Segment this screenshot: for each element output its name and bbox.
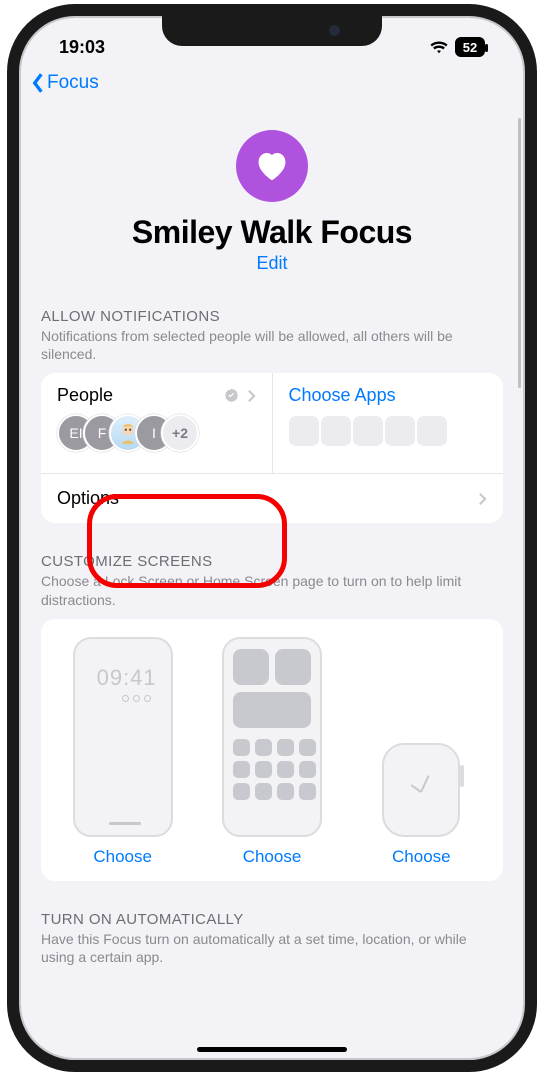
verified-icon [224,388,239,403]
chevron-right-icon [247,389,256,403]
nav-back[interactable]: Focus [19,64,525,100]
edit-button[interactable]: Edit [19,253,525,274]
focus-icon-badge [236,130,308,202]
battery-indicator: 52 [455,37,485,57]
wifi-icon [429,40,449,54]
section-header-auto: TURN ON AUTOMATICALLY [41,911,503,928]
people-cell[interactable]: People EI F I [41,373,273,473]
people-label: People [57,385,113,406]
section-desc-screens: Choose a Lock Screen or Home Screen page… [41,572,503,608]
phone-frame: 19:03 52 Focus Smiley Walk Focus Edit AL… [7,4,537,1072]
options-cell[interactable]: Options [41,473,503,523]
focus-title: Smiley Walk Focus [19,214,525,251]
section-header-screens: CUSTOMIZE SCREENS [41,553,503,570]
apps-cell[interactable]: Choose Apps [273,373,504,473]
chevron-right-icon [478,492,487,506]
home-indicator[interactable] [197,1047,347,1052]
watch-face-option[interactable]: Choose [354,637,489,867]
focus-header: Smiley Walk Focus Edit [19,100,525,274]
section-desc-auto: Have this Focus turn on automatically at… [41,930,503,966]
screens-card: 09:41 Choose Choose [41,619,503,881]
heart-icon [253,147,291,185]
notifications-card: People EI F I [41,373,503,523]
clock-hands-icon [401,770,441,810]
choose-button[interactable]: Choose [93,847,152,867]
lock-widgets-icon [122,695,151,702]
lock-screen-option[interactable]: 09:41 Choose [55,637,190,867]
options-label: Options [57,488,119,509]
nav-back-label: Focus [47,72,99,94]
people-avatars: EI F I +2 [57,414,256,452]
watch-preview [382,743,460,837]
apps-label: Choose Apps [289,385,396,406]
chevron-left-icon [31,72,45,94]
notch [162,16,382,46]
section-header-notifications: ALLOW NOTIFICATIONS [41,308,503,325]
avatar-more: +2 [161,414,199,452]
choose-button[interactable]: Choose [243,847,302,867]
lock-time: 09:41 [97,665,157,691]
status-time: 19:03 [59,37,105,58]
choose-button[interactable]: Choose [392,847,451,867]
home-screen-preview [222,637,322,837]
section-desc-notifications: Notifications from selected people will … [41,327,503,363]
home-screen-option[interactable]: Choose [204,637,339,867]
app-placeholders [289,416,488,446]
lock-screen-preview: 09:41 [73,637,173,837]
